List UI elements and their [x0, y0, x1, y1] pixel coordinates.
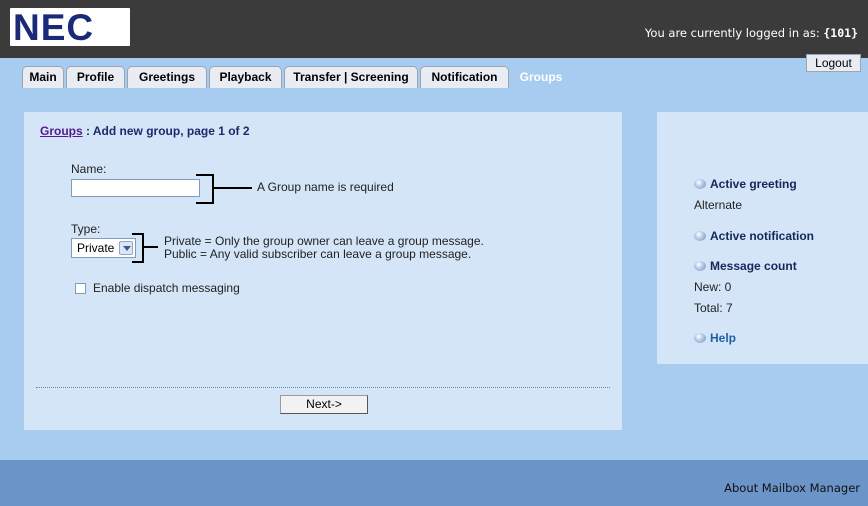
tab-groups[interactable]: Groups: [511, 66, 571, 88]
nec-logo: NEC: [10, 7, 130, 48]
orb-icon: [694, 261, 706, 271]
top-bar: NEC You are currently logged in as: {101…: [0, 0, 868, 58]
type-note-line: [144, 246, 158, 248]
groups-breadcrumb-link[interactable]: Groups: [40, 124, 83, 138]
dispatch-checkbox[interactable]: [75, 283, 86, 294]
type-note-private: Private = Only the group owner can leave…: [164, 234, 484, 248]
active-greeting-title: Active greeting: [710, 177, 797, 191]
main-panel: Groups : Add new group, page 1 of 2 Name…: [24, 112, 622, 430]
footer-bar: About Mailbox Manager: [0, 460, 868, 506]
about-mailbox-manager-link[interactable]: About Mailbox Manager: [724, 481, 860, 495]
login-status: You are currently logged in as: {101}: [645, 26, 858, 40]
name-required-note: A Group name is required: [257, 180, 394, 194]
orb-icon: [694, 333, 706, 343]
tab-transfer-screening[interactable]: Transfer | Screening: [284, 66, 418, 88]
logo-text: NEC: [13, 7, 95, 48]
message-count-title: Message count: [710, 259, 797, 273]
name-bracket: [196, 174, 214, 204]
login-prefix: You are currently logged in as:: [644, 26, 820, 40]
type-bracket: [132, 233, 144, 263]
orb-icon: [694, 179, 706, 189]
status-sidebar: Active greeting Alternate Active notific…: [657, 112, 868, 364]
form-divider: [36, 387, 610, 388]
group-name-input[interactable]: [71, 179, 200, 197]
page-title: Groups : Add new group, page 1 of 2: [40, 124, 250, 138]
tab-greetings[interactable]: Greetings: [127, 66, 207, 88]
chevron-down-icon[interactable]: [119, 241, 133, 255]
name-label: Name:: [71, 162, 107, 176]
logout-button[interactable]: Logout: [806, 54, 861, 72]
new-message-count: New: 0: [694, 280, 732, 294]
tab-notification[interactable]: Notification: [420, 66, 509, 88]
type-select[interactable]: Private: [71, 238, 136, 258]
tab-playback[interactable]: Playback: [209, 66, 282, 88]
dispatch-label[interactable]: Enable dispatch messaging: [93, 281, 240, 295]
login-user: {101}: [823, 26, 858, 40]
type-note-public: Public = Any valid subscriber can leave …: [164, 247, 472, 261]
help-link[interactable]: Help: [710, 331, 736, 345]
active-notification-title: Active notification: [710, 229, 815, 243]
next-button[interactable]: Next->: [280, 395, 368, 414]
total-message-count: Total: 7: [694, 301, 733, 315]
type-label: Type:: [71, 222, 101, 236]
page-title-text: : Add new group, page 1 of 2: [82, 124, 250, 138]
name-note-line: [214, 187, 252, 189]
type-selected-value: Private: [77, 241, 115, 255]
active-greeting-value: Alternate: [694, 198, 743, 212]
orb-icon: [694, 231, 706, 241]
tab-profile[interactable]: Profile: [66, 66, 125, 88]
tab-main[interactable]: Main: [22, 66, 64, 88]
